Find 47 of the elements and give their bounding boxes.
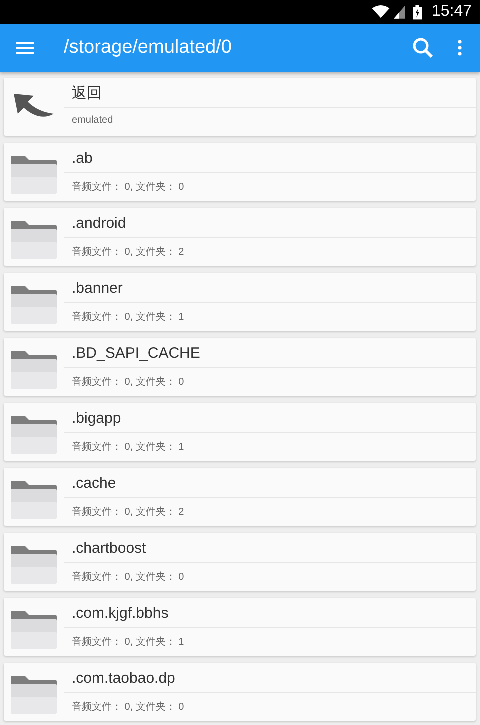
file-list-item[interactable]: .chartboost 音频文件： 0, 文件夹： 0 [4, 533, 476, 591]
folder-icon [10, 285, 58, 325]
item-name: .banner [64, 273, 476, 303]
folder-icon [10, 480, 58, 520]
wifi-icon [372, 5, 390, 19]
item-detail: 音频文件： 0, 文件夹： 2 [71, 246, 186, 259]
item-detail: 音频文件： 0, 文件夹： 1 [71, 636, 186, 649]
folder-icon [10, 415, 58, 455]
item-name: .cache [64, 468, 476, 498]
item-detail: 音频文件： 0, 文件夹： 0 [71, 376, 186, 389]
signal-icon [394, 6, 405, 18]
folder-icon [10, 350, 58, 390]
file-list-item[interactable]: .bigapp 音频文件： 0, 文件夹： 1 [4, 403, 476, 461]
item-detail: 音频文件： 0, 文件夹： 1 [71, 440, 186, 454]
file-list-item[interactable]: .BD_SAPI_CACHE 音频文件： 0, 文件夹： 0 [4, 338, 476, 396]
file-list-item[interactable]: 返回 emulated [4, 78, 476, 136]
item-detail: 音频文件： 0, 文件夹： 0 [71, 700, 186, 714]
item-name: .ab [64, 143, 476, 173]
file-list-item[interactable]: .cache 音频文件： 0, 文件夹： 2 [4, 468, 476, 526]
search-icon[interactable] [412, 37, 434, 59]
item-detail: 音频文件： 0, 文件夹： 2 [71, 506, 186, 519]
folder-icon [10, 220, 58, 260]
folder-icon [10, 610, 58, 650]
item-name: .bigapp [64, 403, 476, 433]
path-title: /storage/emulated/0 [64, 37, 233, 59]
more-options-icon[interactable] [458, 40, 462, 56]
item-name: .chartboost [64, 533, 476, 563]
item-name: 返回 [64, 78, 476, 108]
file-list-item[interactable]: .com.taobao.dp 音频文件： 0, 文件夹： 0 [4, 663, 476, 721]
item-detail: 音频文件： 0, 文件夹： 1 [71, 310, 186, 324]
folder-icon [10, 155, 58, 195]
file-list-item[interactable]: .ab 音频文件： 0, 文件夹： 0 [4, 143, 476, 201]
item-detail: 音频文件： 0, 文件夹： 0 [71, 570, 186, 584]
item-detail: emulated [71, 114, 114, 126]
battery-icon [412, 4, 422, 20]
item-name: .com.taobao.dp [64, 663, 476, 693]
folder-icon [10, 545, 58, 585]
menu-icon[interactable] [16, 42, 34, 54]
file-list-item[interactable]: .android 音频文件： 0, 文件夹： 2 [4, 208, 476, 266]
item-name: .android [64, 208, 476, 238]
item-name: .com.kjgf.bbhs [64, 598, 476, 628]
item-detail: 音频文件： 0, 文件夹： 0 [71, 180, 186, 194]
file-list-item[interactable]: .com.kjgf.bbhs 音频文件： 0, 文件夹： 1 [4, 598, 476, 656]
file-list-item[interactable]: .banner 音频文件： 0, 文件夹： 1 [4, 273, 476, 331]
item-name: .BD_SAPI_CACHE [64, 338, 476, 368]
status-time: 15:47 [432, 3, 472, 21]
folder-icon [10, 675, 58, 715]
